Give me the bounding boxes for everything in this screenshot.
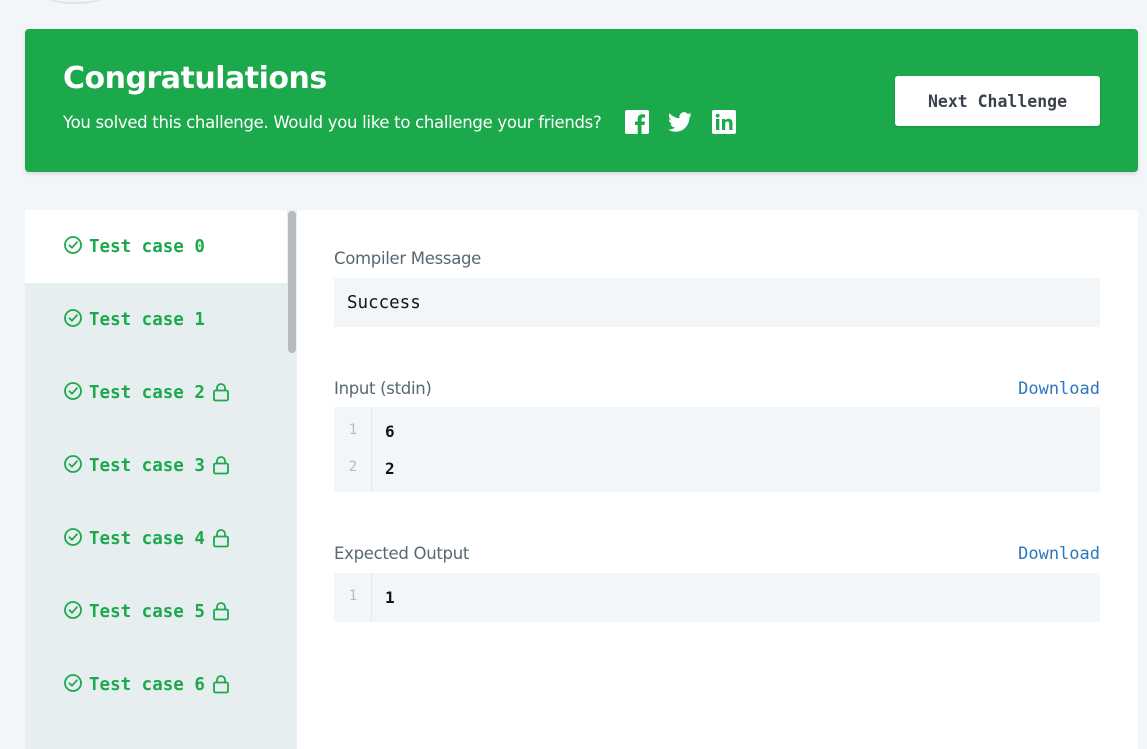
compiler-message-label: Compiler Message bbox=[334, 249, 482, 268]
lock-icon bbox=[212, 455, 230, 475]
linkedin-icon[interactable] bbox=[712, 110, 736, 134]
output-code-box: 11 bbox=[334, 573, 1100, 622]
banner-subtitle: You solved this challenge. Would you lik… bbox=[63, 113, 602, 132]
check-circle-icon bbox=[63, 454, 83, 474]
output-download-link[interactable]: Download bbox=[1018, 544, 1100, 564]
banner-title: Congratulations bbox=[63, 61, 327, 96]
test-case-detail: Compiler Message Success Input (stdin) D… bbox=[297, 210, 1138, 749]
test-case-label: Test case 0 bbox=[89, 236, 205, 257]
test-case-label: Test case 5 bbox=[89, 601, 205, 622]
test-case-item[interactable]: Test case 5 bbox=[25, 575, 287, 648]
test-case-label: Test case 3 bbox=[89, 455, 205, 476]
line-value: 2 bbox=[385, 459, 395, 478]
code-line: 16 bbox=[334, 422, 1100, 442]
lock-icon bbox=[212, 674, 230, 694]
test-case-label: Test case 1 bbox=[89, 309, 205, 330]
check-circle-icon bbox=[63, 600, 83, 620]
compiler-message-text: Success bbox=[347, 292, 421, 313]
test-case-item[interactable]: Test case 3 bbox=[25, 429, 287, 502]
compiler-message-box: Success bbox=[334, 278, 1100, 327]
line-number: 1 bbox=[348, 588, 358, 604]
next-challenge-button[interactable]: Next Challenge bbox=[895, 76, 1100, 126]
test-case-item[interactable]: Test case 2 bbox=[25, 356, 287, 429]
test-case-sidebar: Test case 0 Test case 1 Test case 2 Test ca… bbox=[25, 210, 297, 749]
line-number: 2 bbox=[348, 459, 358, 475]
test-case-label: Test case 2 bbox=[89, 382, 205, 403]
check-circle-icon bbox=[63, 381, 83, 401]
line-number-gutter bbox=[334, 407, 372, 492]
line-value: 6 bbox=[385, 422, 395, 441]
check-circle-icon bbox=[63, 235, 83, 255]
line-number: 1 bbox=[348, 422, 358, 438]
test-case-label: Test case 6 bbox=[89, 674, 205, 695]
sidebar-scroll-thumb[interactable] bbox=[288, 211, 296, 353]
code-line: 22 bbox=[334, 459, 1100, 479]
input-download-link[interactable]: Download bbox=[1018, 379, 1100, 399]
input-label: Input (stdin) bbox=[334, 379, 432, 398]
test-case-item[interactable]: Test case 4 bbox=[25, 502, 287, 575]
input-code-box: 1622 bbox=[334, 407, 1100, 492]
test-case-item[interactable]: Test case 1 bbox=[25, 283, 287, 356]
lock-icon bbox=[212, 528, 230, 548]
lock-icon bbox=[212, 601, 230, 621]
check-circle-icon bbox=[63, 673, 83, 693]
expected-output-label: Expected Output bbox=[334, 544, 470, 563]
test-case-item[interactable]: Test case 6 bbox=[25, 648, 287, 721]
success-banner: Congratulations You solved this challeng… bbox=[25, 29, 1138, 172]
code-line: 11 bbox=[334, 588, 1100, 608]
check-circle-icon bbox=[63, 308, 83, 328]
line-value: 1 bbox=[385, 588, 395, 607]
facebook-icon[interactable] bbox=[625, 110, 649, 134]
test-case-item[interactable]: Test case 0 bbox=[25, 210, 287, 283]
twitter-icon[interactable] bbox=[668, 110, 692, 134]
check-circle-icon bbox=[63, 527, 83, 547]
test-case-label: Test case 4 bbox=[89, 528, 205, 549]
avatar-edge bbox=[44, 0, 106, 4]
lock-icon bbox=[212, 382, 230, 402]
